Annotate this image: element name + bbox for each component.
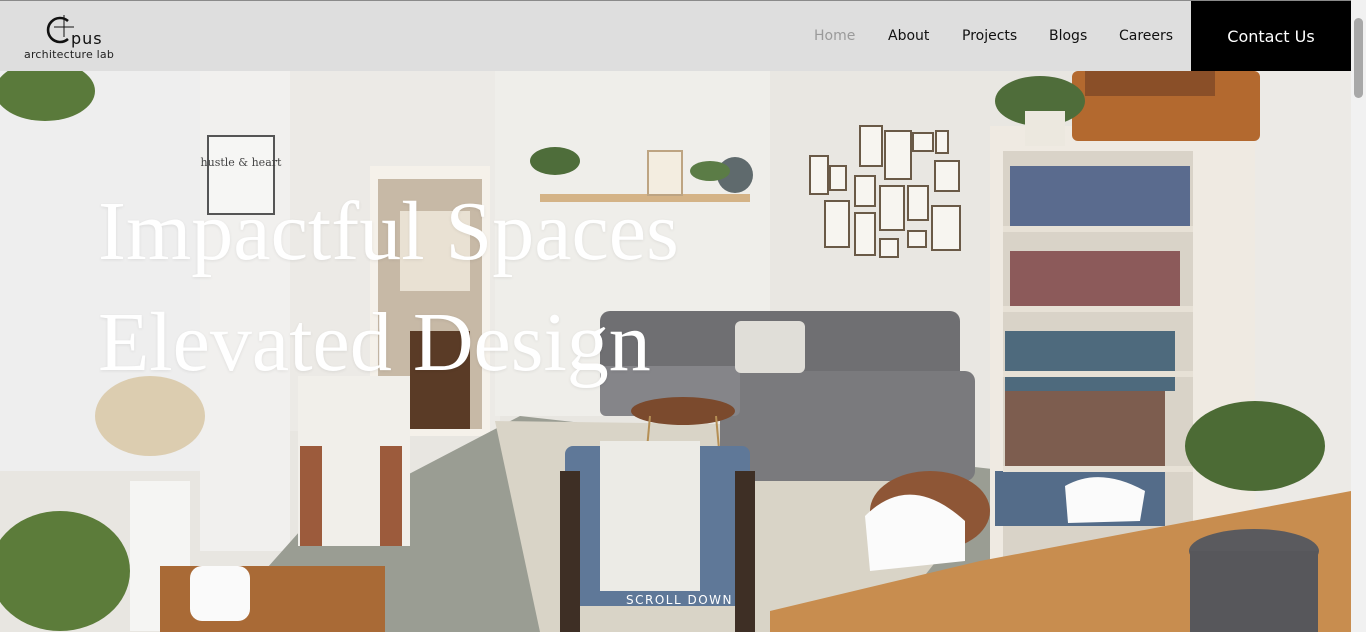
contact-us-button[interactable]: Contact Us <box>1191 1 1351 72</box>
hero-title-line-1: Impactful Spaces <box>98 185 679 278</box>
page-scrollbar[interactable] <box>1351 0 1366 632</box>
nav-about[interactable]: About <box>888 28 929 44</box>
nav-careers[interactable]: Careers <box>1119 28 1173 44</box>
site-header: pus architecture lab Home About Projects… <box>0 0 1351 72</box>
brand-subtitle: architecture lab <box>24 48 115 61</box>
nav-home[interactable]: Home <box>814 28 855 44</box>
hero-section: hustle & heart Impactful Spaces Elevated… <box>0 71 1351 632</box>
brand-name: pus <box>71 29 103 48</box>
nav-projects[interactable]: Projects <box>962 28 1017 44</box>
nav-blogs[interactable]: Blogs <box>1049 28 1087 44</box>
hero-title-line-2: Elevated Design <box>98 296 651 389</box>
scrollbar-thumb[interactable] <box>1354 18 1363 98</box>
scroll-down-link[interactable]: SCROLL DOWN <box>626 593 733 607</box>
wall-sign-text: hustle & heart <box>201 156 282 169</box>
brand-logo[interactable]: pus architecture lab <box>24 11 134 63</box>
